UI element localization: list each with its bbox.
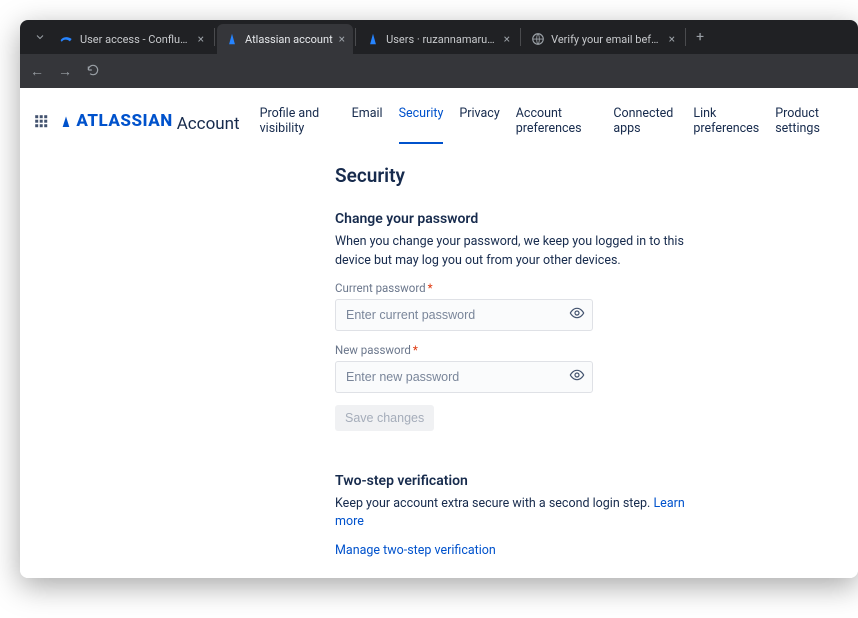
browser-tab[interactable]: Users · ruzannamarutyan · Atla × (358, 24, 518, 54)
two-step-section: Two-step verification Keep your account … (335, 473, 720, 561)
page-content: ATLASSIAN Account Profile and visibility… (20, 88, 858, 578)
page-title: Security (335, 164, 720, 187)
new-password-field-wrap (335, 361, 593, 393)
eye-icon[interactable] (569, 367, 585, 387)
tab-title: Atlassian account (245, 33, 333, 46)
back-button[interactable]: ← (30, 63, 44, 80)
two-step-desc: Keep your account extra secure with a se… (335, 495, 715, 533)
confluence-icon (60, 32, 74, 46)
atlassian-icon (225, 32, 239, 46)
tab-product-settings[interactable]: Product settings (775, 100, 840, 144)
tab-link-preferences[interactable]: Link preferences (693, 100, 759, 144)
tab-email[interactable]: Email (352, 100, 383, 144)
tab-account-preferences[interactable]: Account preferences (516, 100, 598, 144)
app-switcher-icon[interactable] (34, 113, 48, 131)
close-icon[interactable]: × (669, 32, 675, 46)
tab-privacy[interactable]: Privacy (459, 100, 499, 144)
change-password-desc: When you change your password, we keep y… (335, 233, 715, 271)
change-password-heading: Change your password (335, 211, 720, 227)
browser-tab-strip: User access - Confluence × Atlassian acc… (20, 20, 858, 54)
brand-logo[interactable]: ATLASSIAN Account (58, 111, 239, 134)
window-dropdown-icon[interactable] (28, 31, 52, 43)
two-step-heading: Two-step verification (335, 473, 720, 489)
tab-title: Users · ruzannamarutyan · Atla (386, 33, 498, 46)
new-password-input[interactable] (335, 361, 593, 393)
main-content: Security Change your password When you c… (20, 152, 720, 578)
account-nav: Profile and visibility Email Security Pr… (260, 100, 840, 144)
forward-button[interactable]: → (58, 63, 72, 80)
browser-toolbar: ← → (20, 54, 858, 88)
close-icon[interactable]: × (198, 32, 204, 46)
new-tab-button[interactable]: + (688, 29, 712, 45)
change-password-section: Change your password When you change you… (335, 211, 720, 453)
browser-tab-active[interactable]: Atlassian account × (217, 24, 353, 54)
brand-suffix: Account (177, 114, 240, 134)
close-icon[interactable]: × (504, 32, 510, 46)
save-changes-button[interactable]: Save changes (335, 405, 434, 431)
browser-window: User access - Confluence × Atlassian acc… (20, 20, 858, 578)
close-icon[interactable]: × (339, 32, 345, 46)
current-password-field-wrap (335, 299, 593, 331)
atlassian-icon (366, 32, 380, 46)
brand-name: ATLASSIAN (76, 111, 172, 131)
tab-title: Verify your email before reques (551, 33, 663, 46)
tab-security[interactable]: Security (399, 100, 444, 144)
current-password-label: Current password* (335, 281, 720, 295)
app-header: ATLASSIAN Account Profile and visibility… (20, 88, 858, 152)
tab-title: User access - Confluence (80, 33, 192, 46)
manage-two-step-link[interactable]: Manage two-step verification (335, 543, 496, 558)
globe-icon (531, 32, 545, 46)
browser-tab[interactable]: Verify your email before reques × (523, 24, 683, 54)
new-password-label: New password* (335, 343, 720, 357)
browser-tab[interactable]: User access - Confluence × (52, 24, 212, 54)
tab-profile[interactable]: Profile and visibility (260, 100, 336, 144)
eye-icon[interactable] (569, 305, 585, 325)
reload-button[interactable] (86, 62, 100, 81)
tab-connected-apps[interactable]: Connected apps (613, 100, 677, 144)
current-password-input[interactable] (335, 299, 593, 331)
